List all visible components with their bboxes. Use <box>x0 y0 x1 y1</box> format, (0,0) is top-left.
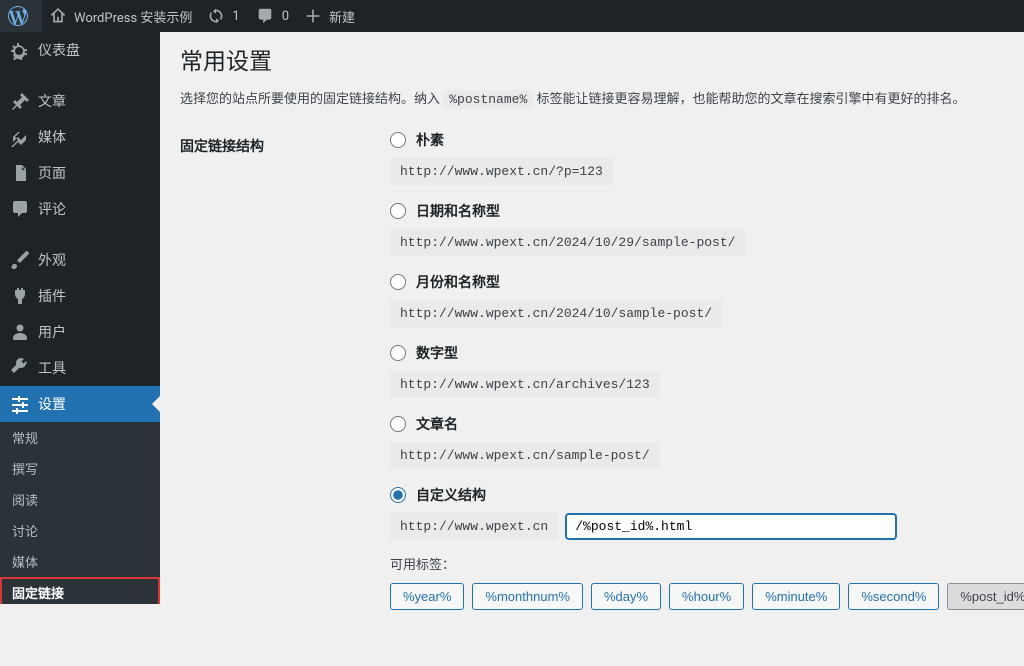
option-label: 文章名 <box>416 414 458 434</box>
label-col: 固定链接结构 <box>180 130 390 156</box>
brush-icon <box>10 250 30 270</box>
menu-appearance[interactable]: 外观 <box>0 242 160 278</box>
tag-day[interactable]: %day% <box>591 583 661 610</box>
option-example: http://www.wpext.cn/2024/10/29/sample-po… <box>390 229 745 256</box>
submenu-media[interactable]: 媒体 <box>0 546 160 577</box>
updates[interactable]: 1 <box>200 0 247 32</box>
user-icon <box>10 322 30 342</box>
menu-label: 外观 <box>38 250 66 270</box>
option-label: 月份和名称型 <box>416 272 500 292</box>
intro-a: 选择您的站点所要使用的固定链接结构。纳入 <box>180 92 443 107</box>
radio-plain[interactable] <box>390 132 406 148</box>
tag-post-id[interactable]: %post_id% <box>947 583 1024 610</box>
pin-icon <box>10 91 30 111</box>
page-title: 常用设置 <box>180 42 1004 76</box>
page-icon <box>10 163 30 183</box>
tag-monthnum[interactable]: %monthnum% <box>472 583 583 610</box>
menu-tools[interactable]: 工具 <box>0 350 160 386</box>
option-example: http://www.wpext.cn/?p=123 <box>390 158 613 185</box>
submenu-reading[interactable]: 阅读 <box>0 484 160 515</box>
submenu-discussion[interactable]: 讨论 <box>0 515 160 546</box>
option-label: 日期和名称型 <box>416 201 500 221</box>
menu-comments[interactable]: 评论 <box>0 191 160 227</box>
option-example: http://www.wpext.cn/archives/123 <box>390 371 660 398</box>
radio-day-name[interactable] <box>390 203 406 219</box>
adminbar: WordPress 安装示例 1 0 新建 <box>0 0 1024 32</box>
intro-code: %postname% <box>443 90 533 109</box>
submenu-general[interactable]: 常规 <box>0 422 160 453</box>
menu-label: 设置 <box>38 394 66 414</box>
available-tags-label: 可用标签： <box>390 554 1024 573</box>
wp-logo[interactable] <box>0 0 42 32</box>
plus-icon <box>305 8 321 24</box>
separator <box>0 232 160 237</box>
option-custom: 自定义结构 http://www.wpext.cn 可用标签： %year% %… <box>390 485 1024 610</box>
option-day-name: 日期和名称型 http://www.wpext.cn/2024/10/29/sa… <box>390 201 1024 256</box>
base-url: http://www.wpext.cn <box>390 513 558 540</box>
radio-numeric[interactable] <box>390 345 406 361</box>
field-col: 朴素 http://www.wpext.cn/?p=123 日期和名称型 htt… <box>390 130 1024 626</box>
home-icon <box>50 8 66 24</box>
submenu-permalinks[interactable]: 固定链接 <box>0 577 160 604</box>
menu-pages[interactable]: 页面 <box>0 155 160 191</box>
new-label: 新建 <box>329 7 355 26</box>
option-month-name: 月份和名称型 http://www.wpext.cn/2024/10/sampl… <box>390 272 1024 327</box>
wrench-icon <box>10 358 30 378</box>
sliders-icon <box>10 394 30 414</box>
menu-label: 工具 <box>38 358 66 378</box>
submenu-writing[interactable]: 撰写 <box>0 453 160 484</box>
option-numeric: 数字型 http://www.wpext.cn/archives/123 <box>390 343 1024 398</box>
menu-label: 用户 <box>38 322 66 342</box>
menu-label: 插件 <box>38 286 66 306</box>
updates-count: 1 <box>232 9 239 24</box>
comments-count: 0 <box>282 9 289 24</box>
menu-posts[interactable]: 文章 <box>0 83 160 119</box>
permalink-input[interactable] <box>566 514 896 539</box>
permalink-structure-row: 固定链接结构 朴素 http://www.wpext.cn/?p=123 日期和… <box>180 130 1004 626</box>
option-example: http://www.wpext.cn/2024/10/sample-post/ <box>390 300 722 327</box>
menu-label: 媒体 <box>38 127 66 147</box>
comments[interactable]: 0 <box>248 0 297 32</box>
menu-users[interactable]: 用户 <box>0 314 160 350</box>
radio-post-name[interactable] <box>390 416 406 432</box>
menu-settings[interactable]: 设置 <box>0 386 160 422</box>
menu-label: 评论 <box>38 199 66 219</box>
option-label: 数字型 <box>416 343 458 363</box>
intro-b: 标签能让链接更容易理解，也能帮助您的文章在搜索引擎中有更好的排名。 <box>533 92 965 107</box>
tag-minute[interactable]: %minute% <box>752 583 840 610</box>
menu-media[interactable]: 媒体 <box>0 119 160 155</box>
plugin-icon <box>10 286 30 306</box>
dashboard-icon <box>10 40 30 60</box>
option-label: 自定义结构 <box>416 485 486 505</box>
media-icon <box>10 127 30 147</box>
menu-plugins[interactable]: 插件 <box>0 278 160 314</box>
structure-label: 固定链接结构 <box>180 139 264 155</box>
menu-label: 文章 <box>38 91 66 111</box>
intro-text: 选择您的站点所要使用的固定链接结构。纳入 %postname% 标签能让链接更容… <box>180 90 1004 110</box>
tag-hour[interactable]: %hour% <box>669 583 744 610</box>
admin-sidebar: 仪表盘 文章 媒体 页面 评论 外观 插件 用户 工具 设置 常规 撰写 阅读 … <box>0 32 160 604</box>
site-name[interactable]: WordPress 安装示例 <box>42 0 200 32</box>
tag-second[interactable]: %second% <box>848 583 939 610</box>
site-name-text: WordPress 安装示例 <box>74 7 192 26</box>
comments-icon <box>10 199 30 219</box>
option-example: http://www.wpext.cn/sample-post/ <box>390 442 660 469</box>
main-content: 常用设置 选择您的站点所要使用的固定链接结构。纳入 %postname% 标签能… <box>160 32 1024 666</box>
update-icon <box>208 8 224 24</box>
option-label: 朴素 <box>416 130 444 150</box>
radio-month-name[interactable] <box>390 274 406 290</box>
menu-label: 页面 <box>38 163 66 183</box>
new-content[interactable]: 新建 <box>297 0 363 32</box>
tags-row: %year% %monthnum% %day% %hour% %minute% … <box>390 583 1024 610</box>
separator <box>0 73 160 78</box>
option-post-name: 文章名 http://www.wpext.cn/sample-post/ <box>390 414 1024 469</box>
menu-label: 仪表盘 <box>38 40 80 60</box>
radio-custom[interactable] <box>390 487 406 503</box>
tag-year[interactable]: %year% <box>390 583 464 610</box>
comment-icon <box>256 7 274 25</box>
menu-dashboard[interactable]: 仪表盘 <box>0 32 160 68</box>
option-plain: 朴素 http://www.wpext.cn/?p=123 <box>390 130 1024 185</box>
